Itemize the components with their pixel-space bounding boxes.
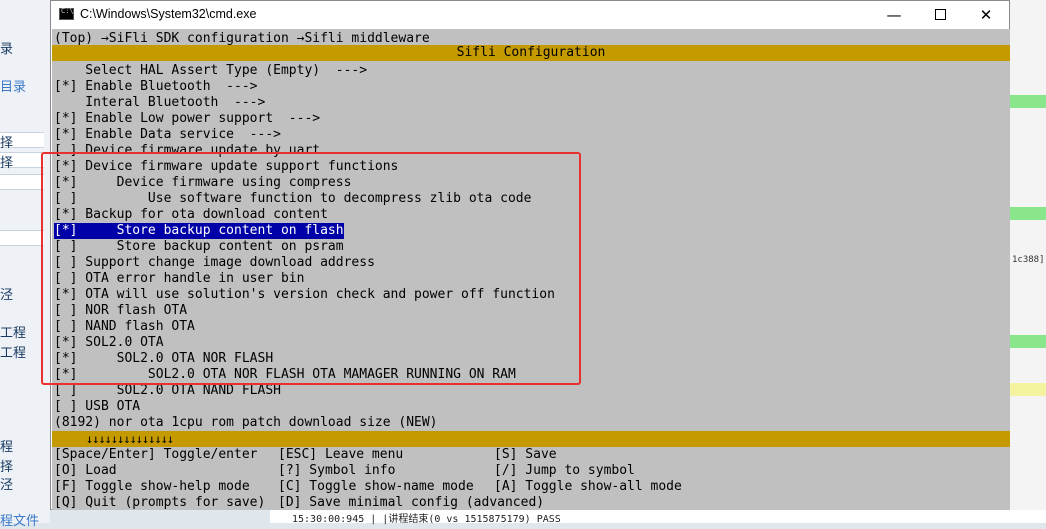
footer-band: ↓↓↓↓↓↓↓↓↓↓↓↓↓↓	[52, 431, 1010, 447]
bg-sidebar-label: 录	[0, 42, 14, 57]
scroll-down-indicator: ↓↓↓↓↓↓↓↓↓↓↓↓↓↓	[86, 432, 174, 446]
menu-item[interactable]: [*] Enable Low power support --->	[54, 111, 320, 127]
bg-sidebar-label: 泾	[0, 288, 14, 303]
help-show-all-mode: [A] Toggle show-all mode	[494, 479, 682, 494]
help-symbol-info: [?] Symbol info	[278, 463, 396, 478]
help-toggle-enter: [Space/Enter] Toggle/enter	[54, 447, 258, 462]
help-leave-menu: [ESC] Leave menu	[278, 447, 404, 462]
menuconfig-screen[interactable]: (Top) →SiFli SDK configuration →Sifli mi…	[52, 29, 1010, 510]
menu-item[interactable]: [ ] Use software function to decompress …	[54, 191, 531, 207]
help-load: [O] Load	[54, 463, 117, 478]
menu-item[interactable]: [ ] NOR flash OTA	[54, 303, 187, 319]
bg-green-bar	[1010, 95, 1046, 108]
menu-item[interactable]: Select HAL Assert Type (Empty) --->	[54, 63, 367, 79]
console-window: C:\Windows\System32\cmd.exe — ✕ (Top) →S…	[50, 0, 1010, 510]
menu-item-selected[interactable]: [*] Store backup content on flash	[54, 223, 344, 239]
key-help: [Space/Enter] Toggle/enter [ESC] Leave m…	[52, 447, 1010, 510]
bg-sidebar-box	[0, 230, 44, 246]
bg-sidebar-label: 程文件	[0, 514, 40, 529]
help-show-help-mode: [F] Toggle show-help mode	[54, 479, 250, 494]
help-quit: [Q] Quit (prompts for save)	[54, 495, 266, 510]
minimize-button[interactable]: —	[871, 1, 917, 29]
close-button[interactable]: ✕	[963, 1, 1009, 29]
help-jump-to-symbol: [/] Jump to symbol	[494, 463, 635, 478]
bg-yellow-bar	[1010, 383, 1046, 396]
menu-item[interactable]: [*] OTA will use solution's version chec…	[54, 287, 555, 303]
menu-item[interactable]: [*] Device firmware using compress	[54, 175, 351, 191]
background-status-line: 15:30:00:945 | |讲程结束(0 vs 1515875179) PA…	[270, 510, 1046, 525]
page-title: Sifli Configuration	[456, 45, 606, 60]
bg-sidebar-box	[0, 174, 44, 190]
background-app-sidebar: 录 目录 择 择 泾 工程 工程 程 择 泾 程文件	[0, 0, 50, 529]
menu-item[interactable]: [*] Enable Data service --->	[54, 127, 281, 143]
maximize-button[interactable]	[917, 1, 963, 29]
menu-item[interactable]: [*] SOL2.0 OTA NOR FLASH OTA MAMAGER RUN…	[54, 367, 516, 383]
bg-sidebar-label: 择	[0, 460, 14, 475]
bg-right-text: 1c388]	[1012, 255, 1045, 265]
menu-item[interactable]: [ ] NAND flash OTA	[54, 319, 195, 335]
bg-sidebar-label: 择	[0, 156, 14, 171]
menu-item[interactable]: (8192) nor ota 1cpu rom patch download s…	[54, 415, 438, 431]
bg-sidebar-label: 工程	[0, 326, 27, 341]
menu-item[interactable]: [*] Enable Bluetooth --->	[54, 79, 258, 95]
menu-item[interactable]: [ ] Device firmware update by uart	[54, 143, 320, 159]
help-save-minimal: [D] Save minimal config (advanced)	[278, 495, 545, 510]
menu-item[interactable]: [*] SOL2.0 OTA NOR FLASH	[54, 351, 273, 367]
menu-item[interactable]: Interal Bluetooth --->	[54, 95, 265, 111]
menu-item[interactable]: [ ] SOL2.0 OTA NAND FLASH	[54, 383, 281, 399]
background-app-right-pane: 1c388]	[1010, 0, 1046, 523]
menu-item[interactable]: [*] Backup for ota download content	[54, 207, 328, 223]
menu-item[interactable]: [*] SOL2.0 OTA	[54, 335, 164, 351]
bg-sidebar-label: 工程	[0, 346, 27, 361]
menu-item[interactable]: [*] Device firmware update support funct…	[54, 159, 398, 175]
bg-green-bar	[1010, 207, 1046, 220]
menu-item[interactable]: [ ] OTA error handle in user bin	[54, 271, 304, 287]
help-save: [S] Save	[494, 447, 557, 462]
help-show-name-mode: [C] Toggle show-name mode	[278, 479, 474, 494]
window-title: C:\Windows\System32\cmd.exe	[80, 7, 257, 21]
cmd-icon	[59, 7, 74, 20]
bg-sidebar-label: 泾	[0, 478, 14, 493]
menu-item[interactable]: [ ] Store backup content on psram	[54, 239, 344, 255]
title-bar[interactable]: C:\Windows\System32\cmd.exe — ✕	[51, 1, 1009, 29]
bg-sidebar-label: 程	[0, 440, 14, 455]
bg-sidebar-label: 择	[0, 136, 14, 151]
menu-item[interactable]: [ ] Support change image download addres…	[54, 255, 375, 271]
menu-item[interactable]: [ ] USB OTA	[54, 399, 140, 415]
bg-green-bar	[1010, 335, 1046, 348]
bg-sidebar-label: 目录	[0, 80, 27, 95]
header-band: Sifli Configuration	[52, 45, 1010, 61]
maximize-icon	[934, 8, 946, 20]
